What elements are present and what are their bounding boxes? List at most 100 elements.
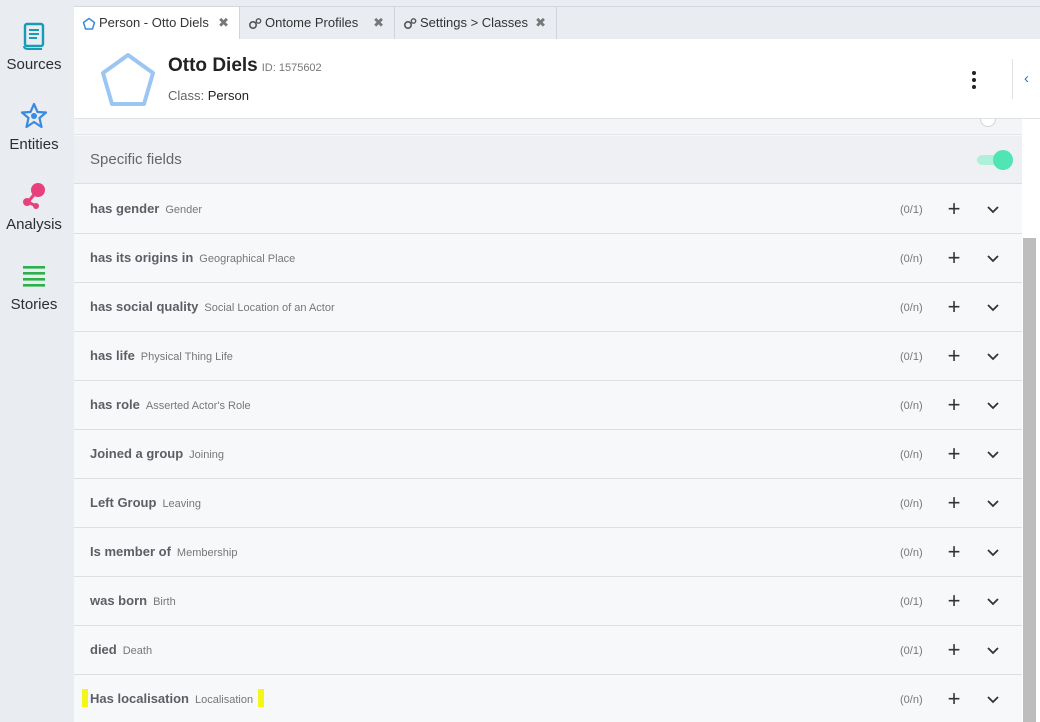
section-header: Specific fields: [74, 136, 1022, 184]
scroll-icon: [23, 22, 45, 50]
nav-analysis-label: Analysis: [6, 216, 62, 233]
field-row[interactable]: has role Asserted Actor's Role (0/n) +: [74, 381, 1022, 430]
field-class: Localisation: [194, 694, 254, 706]
chevron-down-icon[interactable]: [983, 542, 1003, 562]
field-name: has social quality Social Location of an …: [90, 299, 335, 314]
field-name: has life Physical Thing Life: [90, 348, 233, 363]
field-label: died: [90, 642, 117, 657]
field-class: Death: [122, 645, 153, 657]
add-icon[interactable]: +: [944, 343, 964, 369]
specific-fields-toggle[interactable]: [977, 150, 1013, 170]
field-class: Birth: [153, 596, 176, 608]
analysis-icon: [23, 183, 45, 209]
cardinality: (0/n): [900, 449, 923, 461]
field-name: Left Group Leaving: [90, 495, 201, 510]
nav-analysis[interactable]: Analysis: [0, 182, 68, 252]
add-icon[interactable]: +: [944, 637, 964, 663]
field-name: was born Birth: [90, 593, 176, 608]
field-row[interactable]: has its origins in Geographical Place (0/n…: [74, 234, 1022, 283]
field-name: has role Asserted Actor's Role: [90, 397, 251, 412]
field-row[interactable]: was born Birth (0/1) +: [74, 577, 1022, 626]
cardinality: (0/n): [900, 498, 923, 510]
field-class: Geographical Place: [199, 253, 296, 265]
add-icon[interactable]: +: [944, 588, 964, 614]
tab-bar: Person - Otto Diels ✖ Ontome Profiles ✖ …: [74, 6, 1040, 41]
cardinality: (0/n): [900, 547, 923, 559]
field-row[interactable]: has gender Gender (0/1) +: [74, 185, 1022, 234]
field-class: Leaving: [162, 498, 201, 510]
nav-stories-label: Stories: [10, 296, 58, 313]
add-icon[interactable]: +: [944, 294, 964, 320]
circle-icon: [980, 119, 996, 127]
field-class: Gender: [165, 204, 203, 216]
field-row[interactable]: Is member of Membership (0/n) +: [74, 528, 1022, 577]
chevron-down-icon[interactable]: [983, 297, 1003, 317]
add-icon[interactable]: +: [944, 245, 964, 271]
tab-settings-classes[interactable]: Settings > Classes ✖: [395, 7, 557, 40]
add-icon[interactable]: +: [944, 392, 964, 418]
divider: [74, 119, 1022, 135]
chevron-down-icon[interactable]: [983, 346, 1003, 366]
tab-label: Person - Otto Diels: [99, 15, 209, 30]
tab-person-otto-diels[interactable]: Person - Otto Diels ✖: [74, 7, 240, 41]
gears-icon: [403, 17, 417, 29]
add-icon[interactable]: +: [944, 196, 964, 222]
field-name: Is member of Membership: [90, 544, 237, 559]
chevron-left-icon[interactable]: ‹: [1012, 59, 1040, 99]
field-name: Joined a group Joining: [90, 446, 224, 461]
add-icon[interactable]: +: [944, 686, 964, 712]
field-row[interactable]: Joined a group Joining (0/n) +: [74, 430, 1022, 479]
chevron-down-icon[interactable]: [983, 591, 1003, 611]
entity-class-prefix: Class:: [168, 88, 208, 103]
scrollbar-thumb[interactable]: [1023, 238, 1036, 722]
nav-entities[interactable]: Entities: [0, 102, 68, 172]
field-label: has life: [90, 348, 135, 363]
more-menu-icon[interactable]: [970, 71, 978, 91]
pentagon-icon: [82, 17, 96, 30]
cardinality: (0/1): [900, 645, 923, 657]
section-title: Specific fields: [90, 151, 182, 168]
entity-title: Otto Diels ID: 1575602: [168, 55, 322, 77]
add-icon[interactable]: +: [944, 490, 964, 516]
chevron-down-icon[interactable]: [983, 493, 1003, 513]
cardinality: (0/n): [900, 302, 923, 314]
field-label: has social quality: [90, 299, 199, 314]
chevron-down-icon[interactable]: [983, 640, 1003, 660]
close-icon[interactable]: ✖: [218, 7, 229, 38]
chevron-down-icon[interactable]: [983, 395, 1003, 415]
add-icon[interactable]: +: [944, 539, 964, 565]
field-label: Left Group: [90, 495, 157, 510]
close-icon[interactable]: ✖: [373, 7, 384, 38]
field-name: Has localisation Localisation: [90, 691, 253, 706]
chevron-down-icon[interactable]: [983, 248, 1003, 268]
field-row[interactable]: Has localisation Localisation (0/n) +: [74, 675, 1022, 722]
nav-sources-label: Sources: [6, 56, 62, 73]
field-row[interactable]: has life Physical Thing Life (0/1) +: [74, 332, 1022, 381]
nav-entities-label: Entities: [9, 136, 59, 153]
tab-ontome-profiles[interactable]: Ontome Profiles ✖: [240, 7, 395, 40]
chevron-down-icon[interactable]: [983, 444, 1003, 464]
entity-header: Otto Diels ID: 1575602 Class: Person ‹: [74, 39, 1040, 119]
nav-stories[interactable]: Stories: [0, 262, 68, 332]
field-name: died Death: [90, 642, 152, 657]
cardinality: (0/1): [900, 204, 923, 216]
entity-class: Class: Person: [168, 88, 249, 103]
field-row[interactable]: died Death (0/1) +: [74, 626, 1022, 675]
field-label: Is member of: [90, 544, 171, 559]
chevron-down-icon[interactable]: [983, 199, 1003, 219]
field-label: was born: [90, 593, 148, 608]
highlight-marker: [82, 689, 88, 707]
chevron-down-icon[interactable]: [983, 689, 1003, 709]
field-row[interactable]: has social quality Social Location of an …: [74, 283, 1022, 332]
field-class: Membership: [176, 547, 238, 559]
nav-sources[interactable]: Sources: [0, 22, 68, 92]
cardinality: (0/n): [900, 253, 923, 265]
field-name: has its origins in Geographical Place: [90, 250, 295, 265]
add-icon[interactable]: +: [944, 441, 964, 467]
entity-class-value: Person: [207, 88, 249, 103]
field-row[interactable]: Left Group Leaving (0/n) +: [74, 479, 1022, 528]
cardinality: (0/n): [900, 400, 923, 412]
field-class: Joining: [189, 449, 225, 461]
close-icon[interactable]: ✖: [535, 7, 546, 38]
tab-label: Ontome Profiles: [265, 15, 359, 30]
